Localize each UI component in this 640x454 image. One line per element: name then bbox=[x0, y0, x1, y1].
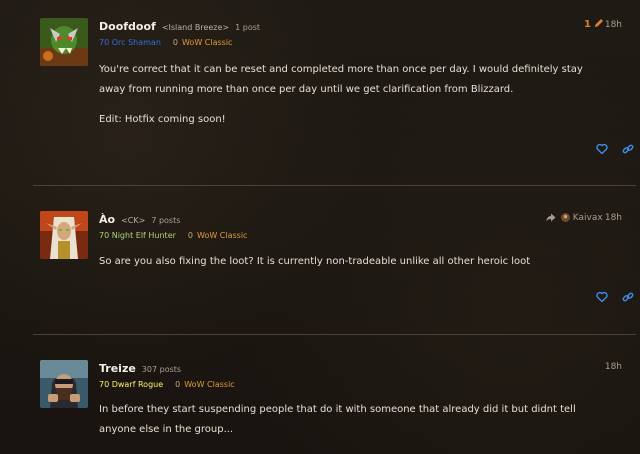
post-body: You're correct that it can be reset and … bbox=[99, 60, 610, 130]
post-time[interactable]: 18h bbox=[605, 213, 622, 223]
avatar[interactable] bbox=[40, 18, 88, 66]
reply-to-name: Kaivax bbox=[572, 213, 603, 223]
username[interactable]: Doofdoof <Island Breeze> 1 post bbox=[99, 20, 260, 33]
class-label: 70 Orc Shaman bbox=[99, 38, 161, 47]
achievement-points: 0 bbox=[172, 38, 178, 47]
heart-icon[interactable] bbox=[596, 291, 608, 303]
reply-arrow-icon bbox=[546, 213, 556, 222]
post-count: 1 post bbox=[235, 23, 261, 32]
post-body: So are you also fixing the loot? It is c… bbox=[99, 252, 610, 272]
link-icon[interactable] bbox=[622, 291, 634, 303]
class-label: 70 Night Elf Hunter bbox=[99, 231, 176, 240]
pencil-icon bbox=[595, 19, 604, 27]
post-paragraph: In before they start suspending people t… bbox=[99, 404, 576, 435]
avatar[interactable] bbox=[40, 360, 88, 408]
post-paragraph: Edit: Hotfix coming soon! bbox=[99, 114, 226, 125]
character-line: 70 Night Elf Hunter 0 WoW Classic bbox=[99, 231, 247, 240]
post-divider bbox=[33, 334, 636, 335]
avatar[interactable] bbox=[40, 211, 88, 259]
link-icon[interactable] bbox=[622, 143, 634, 155]
post-paragraph: So are you also fixing the loot? It is c… bbox=[99, 256, 531, 267]
post-divider bbox=[33, 185, 636, 186]
username[interactable]: Ào <CK> 7 posts bbox=[99, 213, 180, 226]
character-line: 70 Dwarf Rogue 0 WoW Classic bbox=[99, 380, 235, 389]
heart-icon[interactable] bbox=[596, 143, 608, 155]
game-label: WoW Classic bbox=[184, 380, 235, 389]
achievement-points: 0 bbox=[187, 231, 193, 240]
edit-history-button[interactable]: 1 bbox=[584, 18, 604, 30]
post-time[interactable]: 18h bbox=[605, 362, 622, 372]
guild-tag: <CK> bbox=[121, 216, 146, 225]
guild-tag: <Island Breeze> bbox=[161, 23, 230, 32]
post-time[interactable]: 18h bbox=[605, 20, 622, 30]
post-body: In before they start suspending people t… bbox=[99, 400, 610, 440]
achievement-points: 0 bbox=[175, 380, 181, 389]
character-line: 70 Orc Shaman 0 WoW Classic bbox=[99, 38, 232, 47]
post-count: 307 posts bbox=[141, 365, 182, 374]
reply-to-link[interactable]: Kaivax bbox=[546, 213, 603, 223]
class-label: 70 Dwarf Rogue bbox=[99, 380, 164, 389]
username[interactable]: Treize 307 posts bbox=[99, 362, 181, 375]
edit-count: 1 bbox=[584, 19, 591, 30]
game-label: WoW Classic bbox=[197, 231, 248, 240]
post-count: 7 posts bbox=[151, 216, 181, 225]
post-paragraph: You're correct that it can be reset and … bbox=[99, 64, 583, 95]
reply-avatar-icon bbox=[560, 213, 570, 222]
game-label: WoW Classic bbox=[181, 38, 233, 47]
